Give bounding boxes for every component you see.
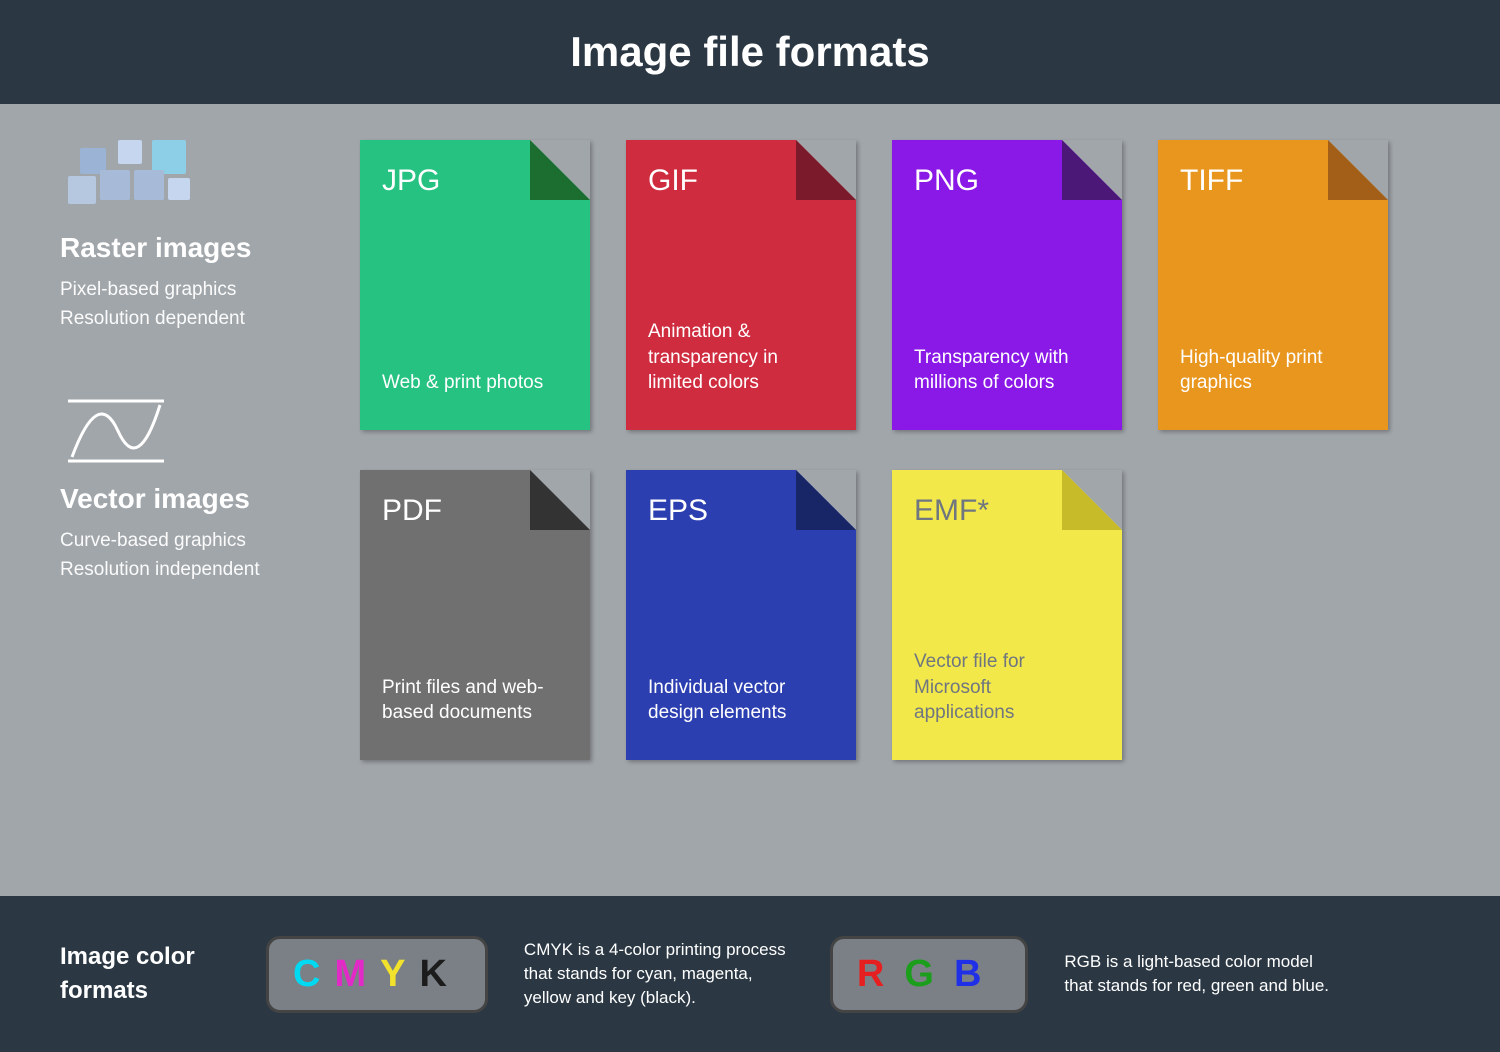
raster-desc-1: Pixel-based graphics [60,276,320,305]
main-content: Raster images Pixel-based graphics Resol… [0,104,1500,780]
footer: Image color formats CMYK CMYK is a 4-col… [0,896,1500,1052]
color-letter: G [904,953,954,996]
rgb-badge: RGB [830,936,1028,1013]
raster-pixels-icon [60,140,320,220]
color-letter: R [857,953,904,996]
vector-desc-1: Curve-based graphics [60,527,320,556]
format-card-emf: EMF*Vector file for Microsoft applicatio… [892,470,1122,760]
format-desc: Transparency with millions of colors [914,345,1094,406]
raster-desc-2: Resolution dependent [60,305,320,334]
vector-cards-row: PDFPrint files and web-based documentsEP… [360,470,1440,760]
format-card-eps: EPSIndividual vector design elements [626,470,856,760]
format-card-gif: GIFAnimation & transparency in limited c… [626,140,856,430]
format-desc: Print files and web-based documents [382,675,562,736]
footer-title: Image color formats [60,940,230,1007]
format-card-png: PNGTransparency with millions of colors [892,140,1122,430]
vector-desc-2: Resolution independent [60,556,320,585]
raster-cards-row: JPGWeb & print photosGIFAnimation & tran… [360,140,1440,430]
page-fold-icon [796,140,856,200]
format-desc: Individual vector design elements [648,675,828,736]
page-fold-icon [1328,140,1388,200]
cmyk-badge: CMYK [266,936,488,1013]
page-fold-icon [530,470,590,530]
page-fold-icon [796,470,856,530]
format-desc: Web & print photos [382,370,562,406]
format-card-pdf: PDFPrint files and web-based documents [360,470,590,760]
format-desc: Vector file for Microsoft applications [914,649,1094,736]
format-card-jpg: JPGWeb & print photos [360,140,590,430]
page-fold-icon [1062,470,1122,530]
page-fold-icon [530,140,590,200]
page-fold-icon [1062,140,1122,200]
cmyk-desc: CMYK is a 4-color printing process that … [524,938,794,1009]
vector-section: Vector images Curve-based graphics Resol… [60,391,320,584]
page-title: Image file formats [0,0,1500,104]
color-letter: Y [380,953,419,996]
color-letter: C [293,953,334,996]
vector-curve-icon [60,391,320,471]
color-letter: B [954,953,1001,996]
raster-section: Raster images Pixel-based graphics Resol… [60,140,320,333]
format-desc: Animation & transparency in limited colo… [648,319,828,406]
format-desc: High-quality print graphics [1180,345,1360,406]
color-letter: K [419,953,460,996]
format-card-tiff: TIFFHigh-quality print graphics [1158,140,1388,430]
raster-title: Raster images [60,232,320,264]
color-letter: M [334,953,380,996]
rgb-desc: RGB is a light-based color model that st… [1064,950,1334,998]
vector-title: Vector images [60,483,320,515]
